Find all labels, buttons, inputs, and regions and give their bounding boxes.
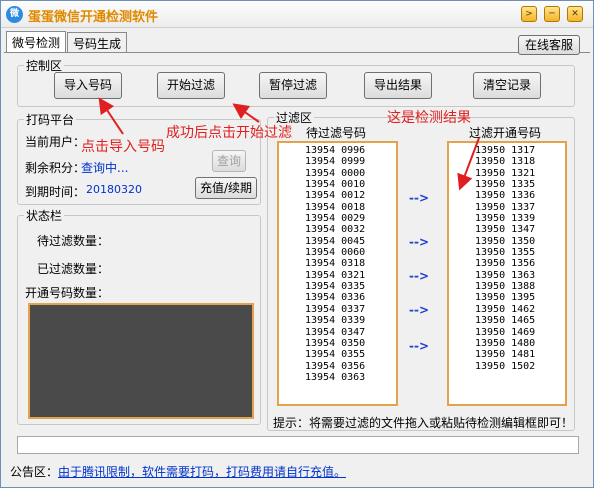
status-text-field[interactable] — [17, 436, 579, 454]
list-item: 13954 0045 — [305, 235, 366, 247]
opened-count-label: 开通号码数量： — [25, 286, 110, 300]
list-item: 13954 0356 — [305, 360, 366, 372]
online-support-button[interactable]: 在线客服 — [518, 35, 580, 55]
notice-link[interactable]: 由于腾讯限制，软件需要打码，打码费用请自行充值。 — [58, 465, 346, 479]
flow-arrow: --> — [409, 235, 430, 249]
close-icon[interactable]: ✕ — [567, 6, 583, 22]
pending-numbers-list[interactable]: 13954 0996 13954 0999 13954 0000 13954 0010… — [277, 141, 398, 406]
import-numbers-button[interactable]: 导入号码 — [54, 72, 122, 99]
minimize-icon[interactable]: ─ — [544, 6, 560, 22]
list-item: 13954 0996 — [305, 145, 366, 156]
list-item: 13954 0339 — [305, 315, 366, 327]
list-item: 13954 0318 — [305, 258, 366, 270]
list-item: 13950 1337 — [475, 201, 536, 213]
list-item: 13954 0000 — [305, 167, 366, 179]
log-panel — [28, 303, 254, 419]
points-value: 查询中... — [81, 161, 129, 175]
list-item: 13950 1350 — [475, 235, 536, 247]
list-item: 13950 1318 — [475, 156, 536, 168]
list-item: 13954 0060 — [305, 247, 366, 259]
filtered-count-label: 已过滤数量： — [37, 262, 110, 276]
list-item: 13950 1355 — [475, 247, 536, 259]
list-item: 13954 0335 — [305, 281, 366, 293]
expiry-value: 20180320 — [86, 183, 142, 196]
points-label: 剩余积分： — [25, 161, 86, 175]
result-list-header: 过滤开通号码 — [469, 126, 542, 140]
list-item: 13950 1347 — [475, 224, 536, 236]
current-user-label: 当前用户： — [25, 135, 86, 149]
flow-arrow: --> — [409, 339, 430, 353]
pending-list-header: 待过滤号码 — [306, 126, 367, 140]
list-item: 13950 1335 — [475, 179, 536, 191]
tab-number-generate[interactable]: 号码生成 — [67, 32, 128, 52]
list-item: 13954 0999 — [305, 156, 366, 168]
list-item: 13950 1356 — [475, 258, 536, 270]
list-item: 13950 1388 — [475, 281, 536, 293]
list-item: 13954 0363 — [305, 371, 366, 383]
platform-title: 打码平台 — [26, 113, 75, 127]
flow-arrow: --> — [409, 303, 430, 317]
list-item: 13954 0337 — [305, 303, 366, 315]
list-item: 13950 1481 — [475, 349, 536, 361]
list-item: 13954 0012 — [305, 190, 366, 202]
list-item: 13954 0032 — [305, 224, 366, 236]
start-filter-button[interactable]: 开始过滤 — [157, 72, 225, 99]
wechat-icon: 微 — [6, 6, 23, 23]
result-numbers-list[interactable]: 13950 1317 13950 1318 13950 1321 13950 1335… — [447, 141, 567, 406]
flow-arrow: --> — [409, 191, 430, 205]
list-item: 13950 1395 — [475, 292, 536, 304]
list-item: 13950 1317 — [475, 145, 536, 156]
list-item: 13950 1465 — [475, 315, 536, 327]
annotation-import-hint: 点击导入号码 — [81, 139, 165, 155]
recharge-button[interactable]: 充值/续期 — [195, 177, 257, 199]
list-item: 13950 1480 — [475, 337, 536, 349]
list-item: 13954 0350 — [305, 337, 366, 349]
title-bar: 微 蛋蛋微信开通检测软件 > ─ ✕ — [1, 1, 593, 28]
expiry-label: 到期时间： — [25, 185, 86, 199]
list-item: 13950 1363 — [475, 269, 536, 281]
query-button[interactable]: 查询 — [212, 150, 246, 172]
tab-number-check[interactable]: 微号检测 — [6, 31, 67, 53]
list-item: 13954 0321 — [305, 269, 366, 281]
list-item: 13950 1339 — [475, 213, 536, 225]
list-item: 13954 0029 — [305, 213, 366, 225]
list-item: 13954 0355 — [305, 349, 366, 361]
list-item: 13950 1462 — [475, 303, 536, 315]
pause-filter-button[interactable]: 暂停过滤 — [259, 72, 327, 99]
flow-arrow: --> — [409, 269, 430, 283]
app-window: 微 蛋蛋微信开通检测软件 > ─ ✕ 微号检测 号码生成 在线客服 控制区 导入… — [0, 0, 594, 488]
export-results-button[interactable]: 导出结果 — [364, 72, 432, 99]
list-item: 13950 1321 — [475, 167, 536, 179]
pending-count-label: 待过滤数量： — [37, 234, 110, 248]
window-title: 蛋蛋微信开通检测软件 — [28, 10, 159, 25]
menu-icon[interactable]: > — [521, 6, 537, 22]
annotation-start-hint: 成功后点击开始过滤 — [166, 125, 292, 141]
status-title: 状态栏 — [26, 209, 63, 223]
annotation-result-hint: 这是检测结果 — [387, 110, 471, 126]
list-item: 13954 0347 — [305, 326, 366, 338]
list-item: 13950 1469 — [475, 326, 536, 338]
list-item: 13950 1502 — [475, 360, 536, 372]
list-item: 13954 0018 — [305, 201, 366, 213]
list-item: 13954 0336 — [305, 292, 366, 304]
list-item: 13950 1336 — [475, 190, 536, 202]
notice-bar: 公告区：由于腾讯限制，软件需要打码，打码费用请自行充值。 — [10, 463, 346, 480]
list-item: 13954 0010 — [305, 179, 366, 191]
notice-label: 公告区： — [10, 465, 59, 479]
tab-divider — [4, 52, 590, 53]
filter-hint: 提示：将需要过滤的文件拖入或粘贴待检测编辑框即可！ — [273, 416, 574, 430]
clear-records-button[interactable]: 清空记录 — [473, 72, 541, 99]
